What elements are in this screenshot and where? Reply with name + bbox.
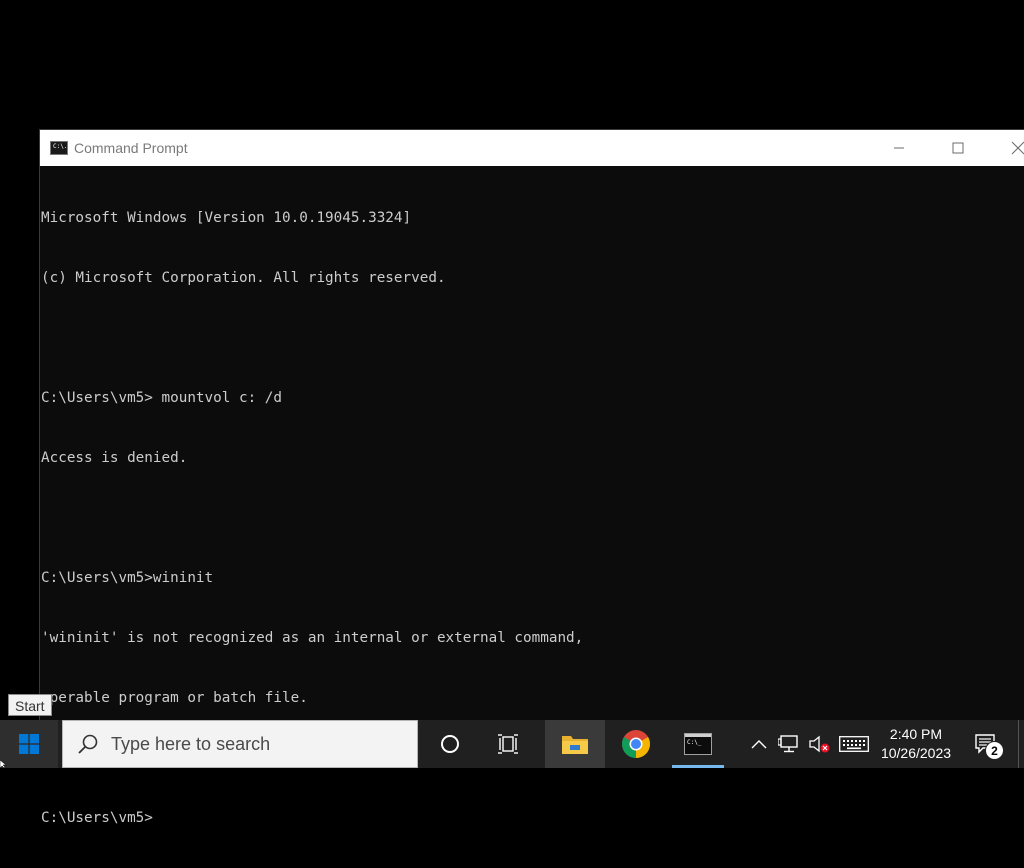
console-line: operable program or batch file. bbox=[41, 690, 308, 706]
file-explorer-icon bbox=[562, 736, 588, 754]
console-line: C:\Users\vm5> mountvol c: /d bbox=[41, 390, 283, 406]
console-line: Access is denied. bbox=[41, 450, 188, 466]
windows-logo-icon bbox=[19, 734, 39, 754]
minimize-button[interactable] bbox=[876, 130, 922, 166]
taskbar-clock[interactable]: 2:40 PM 10/26/2023 bbox=[874, 722, 958, 766]
task-view-icon bbox=[498, 734, 518, 754]
command-prompt-taskbar-button[interactable]: C:\_ bbox=[672, 720, 724, 768]
taskbar-search-box[interactable]: Type here to search bbox=[62, 720, 418, 768]
clock-date: 10/26/2023 bbox=[880, 745, 952, 761]
window-title: Command Prompt bbox=[74, 140, 188, 156]
start-tooltip: Start bbox=[8, 694, 52, 716]
console-line: C:\Users\vm5>wininit bbox=[41, 570, 214, 586]
minimize-icon bbox=[894, 147, 904, 149]
file-explorer-button[interactable] bbox=[545, 720, 605, 768]
maximize-icon bbox=[952, 142, 964, 154]
volume-tray-button[interactable] bbox=[806, 720, 832, 768]
close-button[interactable] bbox=[995, 130, 1024, 166]
console-line: (c) Microsoft Corporation. All rights re… bbox=[41, 270, 446, 286]
close-icon bbox=[1011, 141, 1024, 155]
show-hidden-icons-button[interactable] bbox=[746, 720, 772, 768]
chrome-button[interactable] bbox=[608, 720, 664, 768]
chrome-icon bbox=[622, 730, 650, 758]
console-line: Microsoft Windows [Version 10.0.19045.33… bbox=[41, 210, 412, 226]
notification-count-badge: 2 bbox=[985, 741, 1004, 760]
search-placeholder: Type here to search bbox=[111, 733, 271, 754]
svg-text:C:\_: C:\_ bbox=[687, 739, 702, 746]
command-prompt-icon[interactable]: C:\. bbox=[50, 141, 68, 155]
task-view-button[interactable] bbox=[484, 720, 536, 768]
cortana-button[interactable] bbox=[424, 720, 476, 768]
maximize-button[interactable] bbox=[935, 130, 981, 166]
console-line: 'wininit' is not recognized as an intern… bbox=[41, 630, 584, 646]
volume-muted-icon bbox=[809, 735, 830, 753]
mouse-cursor-icon bbox=[0, 760, 7, 768]
search-icon bbox=[78, 734, 98, 754]
title-bar[interactable]: C:\. Command Prompt bbox=[40, 130, 1024, 166]
network-icon bbox=[778, 735, 798, 753]
start-button[interactable] bbox=[0, 720, 58, 768]
show-desktop-button[interactable] bbox=[1018, 720, 1024, 768]
network-tray-button[interactable] bbox=[776, 720, 802, 768]
touch-keyboard-button[interactable] bbox=[838, 720, 870, 768]
chevron-up-icon bbox=[751, 740, 767, 749]
command-prompt-icon: C:\_ bbox=[684, 733, 712, 755]
cortana-circle-icon bbox=[441, 735, 459, 753]
clock-time: 2:40 PM bbox=[889, 726, 943, 742]
command-prompt-window[interactable]: C:\. Command Prompt Microsoft Windows [V… bbox=[39, 129, 1024, 826]
taskbar: Type here to search C:\_ 2:40 PM 10/26/2… bbox=[0, 720, 1024, 768]
touch-keyboard-icon bbox=[839, 736, 869, 752]
console-output[interactable]: Microsoft Windows [Version 10.0.19045.33… bbox=[40, 168, 1024, 826]
console-prompt-line[interactable]: C:\Users\vm5> bbox=[41, 808, 1024, 828]
